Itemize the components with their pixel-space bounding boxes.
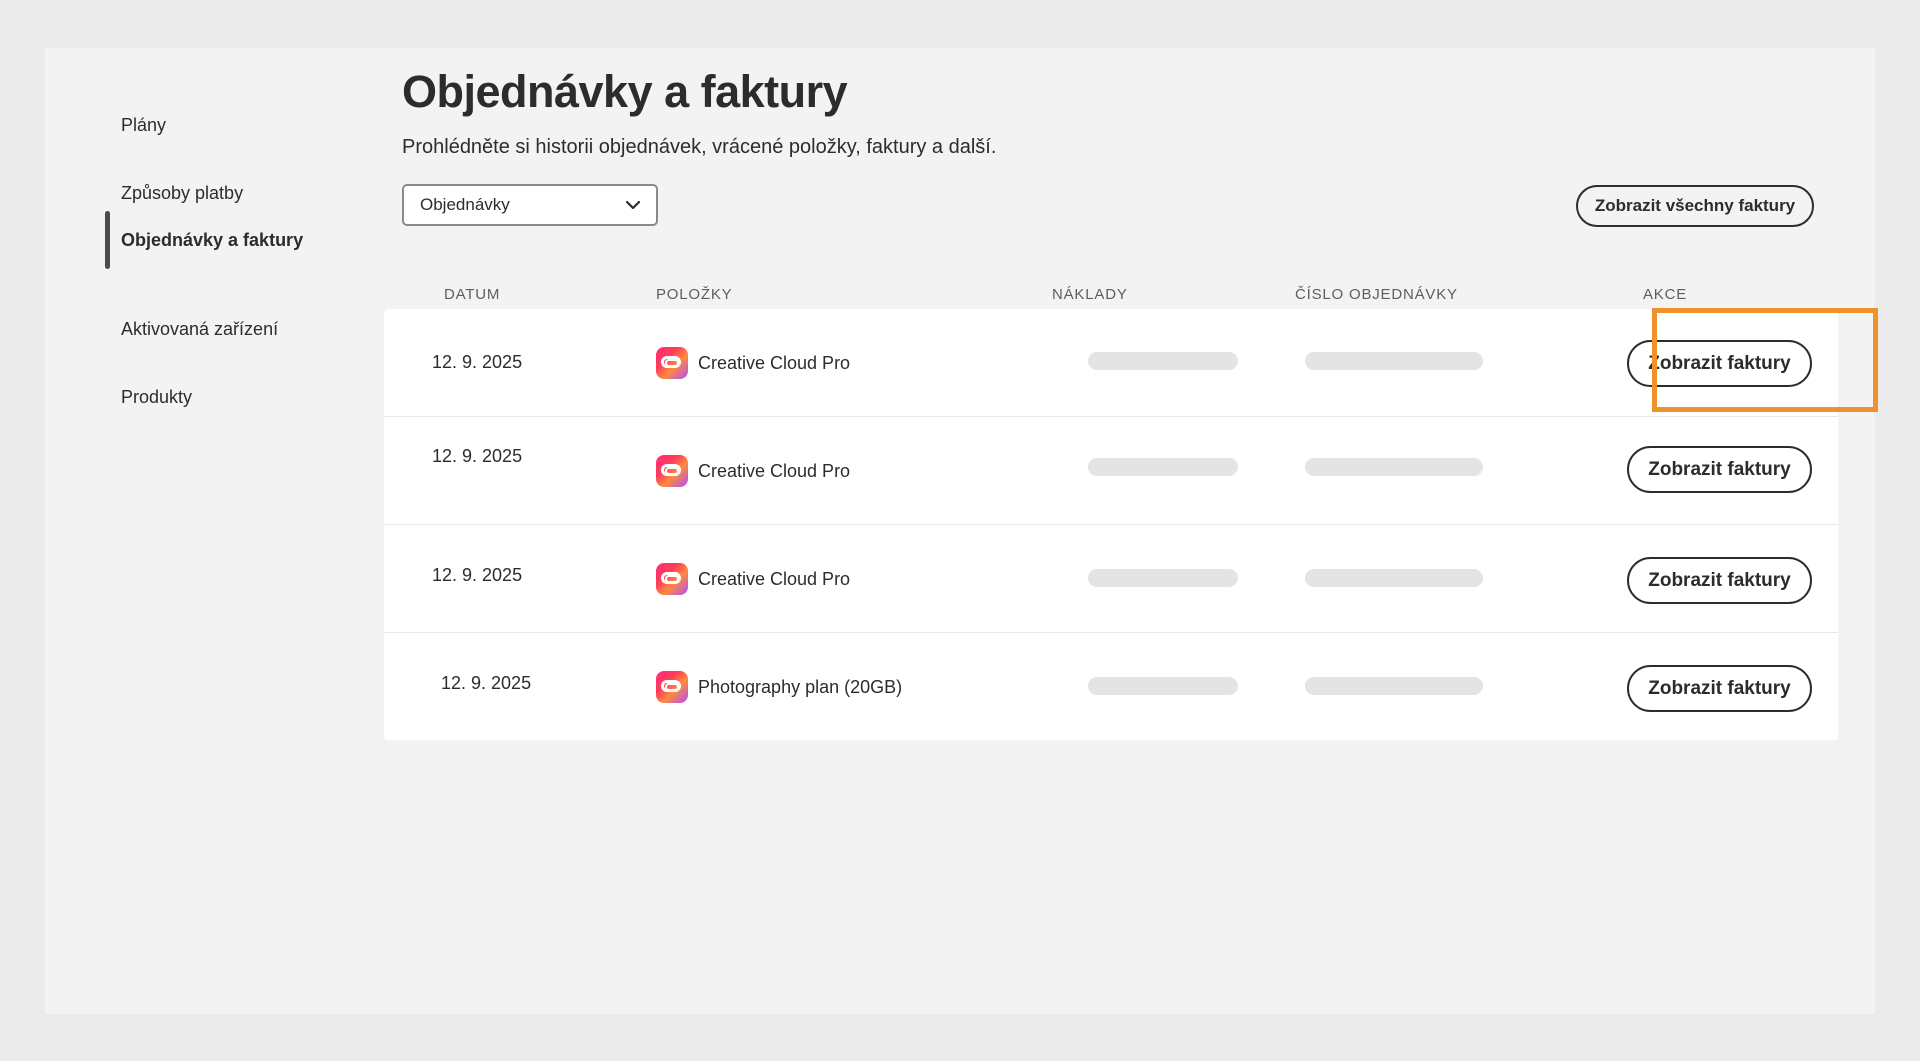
order-item-name: Creative Cloud Pro bbox=[698, 568, 851, 589]
view-invoices-button[interactable]: Zobrazit faktury bbox=[1627, 446, 1812, 493]
order-item: Creative Cloud Pro bbox=[656, 563, 850, 595]
column-header-actions: AKCE bbox=[1643, 286, 1688, 303]
cost-redacted bbox=[1088, 458, 1238, 476]
creative-cloud-icon bbox=[656, 671, 688, 703]
order-number-redacted bbox=[1305, 352, 1483, 370]
order-number-redacted bbox=[1305, 569, 1483, 587]
page-subtitle: Prohlédněte si historii objednávek, vrác… bbox=[402, 136, 997, 158]
sidebar-item-label: Produkty bbox=[121, 386, 193, 407]
order-date: 12. 9. 2025 bbox=[441, 673, 532, 693]
order-date: 12. 9. 2025 bbox=[432, 565, 523, 585]
sidebar-item-label: Způsoby platby bbox=[121, 182, 244, 203]
order-item-name: Creative Cloud Pro bbox=[698, 352, 851, 373]
column-header-order-number: ČÍSLO OBJEDNÁVKY bbox=[1295, 286, 1458, 303]
sidebar-item-label: Plány bbox=[121, 114, 167, 135]
cost-redacted bbox=[1088, 677, 1238, 695]
creative-cloud-icon bbox=[656, 347, 688, 379]
order-date: 12. 9. 2025 bbox=[432, 352, 523, 372]
sidebar-item-label: Aktivovaná zařízení bbox=[121, 318, 279, 339]
order-filter-value: Objednávky bbox=[420, 195, 510, 214]
table-row: 12. 9. 2025 Creative Cloud Pro Zobrazit … bbox=[384, 417, 1838, 525]
creative-cloud-icon bbox=[656, 455, 688, 487]
column-header-date: DATUM bbox=[444, 286, 501, 303]
order-item: Photography plan (20GB) bbox=[656, 671, 902, 703]
view-invoices-button[interactable]: Zobrazit faktury bbox=[1627, 665, 1812, 712]
order-filter-select[interactable]: Objednávky bbox=[402, 184, 658, 226]
chevron-down-icon bbox=[624, 196, 642, 214]
sidebar-item-orders-invoices[interactable]: Objednávky a faktury bbox=[105, 211, 345, 269]
table-row: 12. 9. 2025 Creative Cloud Pro Zobrazit … bbox=[384, 525, 1838, 633]
view-invoices-button[interactable]: Zobrazit faktury bbox=[1627, 340, 1812, 387]
order-item-name: Creative Cloud Pro bbox=[698, 460, 851, 481]
order-date: 12. 9. 2025 bbox=[432, 446, 523, 466]
sidebar-item-plans[interactable]: Plány bbox=[105, 96, 345, 154]
order-number-redacted bbox=[1305, 677, 1483, 695]
cost-redacted bbox=[1088, 569, 1238, 587]
sidebar-item-label: Objednávky a faktury bbox=[121, 229, 304, 250]
order-item: Creative Cloud Pro bbox=[656, 455, 850, 487]
page-frame: Plány Způsoby platby Objednávky a faktur… bbox=[45, 48, 1878, 1014]
page-title: Objednávky a faktury bbox=[402, 66, 848, 117]
view-invoices-button[interactable]: Zobrazit faktury bbox=[1627, 557, 1812, 604]
table-row: 12. 9. 2025 Photography plan (20GB) Zobr… bbox=[384, 633, 1838, 741]
view-all-invoices-button[interactable]: Zobrazit všechny faktury bbox=[1576, 185, 1814, 227]
sidebar-item-activated-devices[interactable]: Aktivovaná zařízení bbox=[105, 300, 345, 358]
order-item-name: Photography plan (20GB) bbox=[698, 676, 903, 697]
creative-cloud-icon bbox=[656, 563, 688, 595]
column-header-items: POLOŽKY bbox=[656, 286, 733, 303]
sidebar-item-products[interactable]: Produkty bbox=[105, 368, 345, 426]
cost-redacted bbox=[1088, 352, 1238, 370]
order-number-redacted bbox=[1305, 458, 1483, 476]
orders-table: 12. 9. 2025 Creative Cloud Pro Zobrazit … bbox=[384, 309, 1838, 740]
table-row: 12. 9. 2025 Creative Cloud Pro Zobrazit … bbox=[384, 309, 1838, 417]
column-header-cost: NÁKLADY bbox=[1052, 286, 1128, 303]
order-item: Creative Cloud Pro bbox=[656, 347, 850, 379]
